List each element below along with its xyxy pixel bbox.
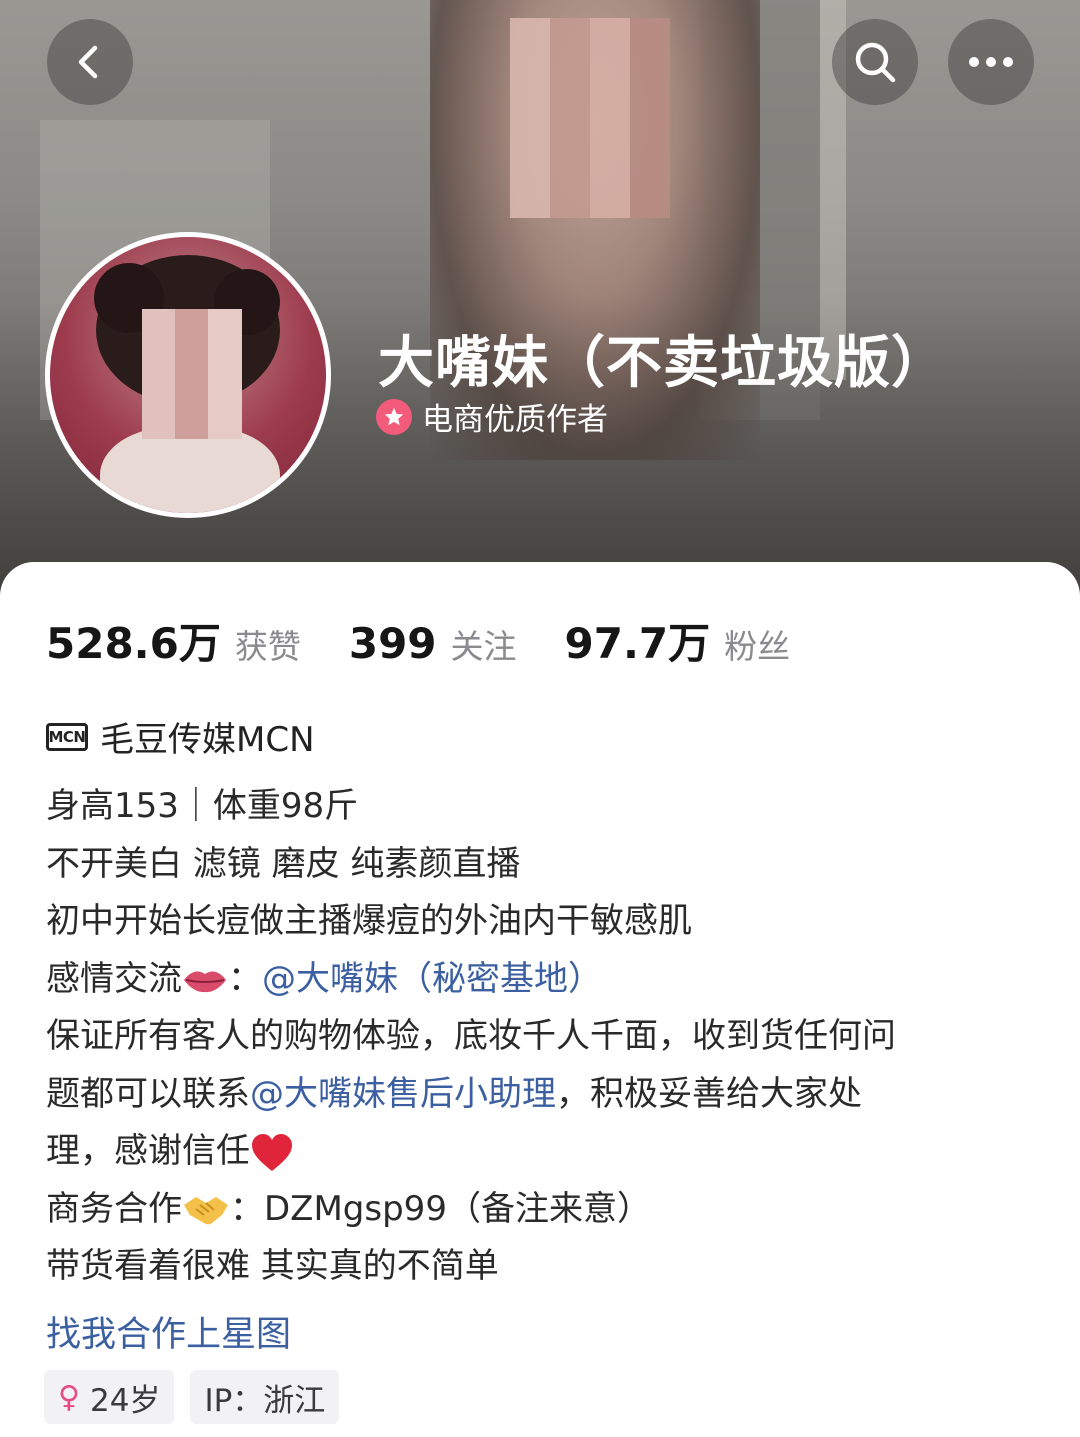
stats-row: 528.6万 获赞 399 关注 97.7万 粉丝 — [46, 610, 838, 671]
search-button[interactable] — [832, 19, 918, 105]
age-text: 24岁 — [89, 1382, 161, 1419]
profile-cover: 大嘴妹（不卖垃圾版） 电商优质作者 — [0, 0, 1080, 600]
avatar-image — [50, 237, 326, 513]
following-label[interactable]: 关注 — [451, 620, 517, 668]
bio-text: 理，感谢信任 — [46, 1131, 250, 1171]
secret-base-link[interactable]: @大嘴妹（秘密基地） — [262, 959, 602, 999]
bio-line: 感情交流 ：@大嘴妹（秘密基地） — [46, 951, 1046, 1009]
search-icon — [855, 42, 896, 83]
back-button[interactable] — [47, 19, 133, 105]
female-icon: ♀ — [58, 1379, 80, 1415]
bio-line: 不开美白 滤镜 磨皮 纯素颜直播 — [46, 843, 521, 884]
likes-count[interactable]: 528.6万 — [46, 610, 221, 671]
bio-text: 商务合作 — [46, 1188, 182, 1229]
bio-text: ，积极妥善给大家处 — [556, 1073, 862, 1114]
bio-line: 身高153｜体重98斤 — [46, 786, 359, 826]
creator-badge[interactable]: 电商优质作者 — [376, 394, 608, 439]
bio-text: 感情交流 — [46, 958, 182, 999]
chevron-left-icon — [78, 45, 98, 79]
followers-label[interactable]: 粉丝 — [724, 620, 790, 668]
more-button[interactable] — [948, 19, 1034, 105]
star-badge-icon — [376, 398, 412, 435]
more-icon — [969, 57, 1013, 67]
cover-photo-mosaic — [510, 18, 670, 218]
profile-bio: 身高153｜体重98斤 不开美白 滤镜 磨皮 纯素颜直播 初中开始长痘做主播爆痘… — [46, 778, 1046, 1296]
bio-text: ：DZMgsp99（备注来意） — [230, 1188, 651, 1229]
followers-count[interactable]: 97.7万 — [565, 610, 711, 671]
following-count[interactable]: 399 — [349, 619, 437, 668]
star-map-link[interactable]: 找我合作上星图 — [46, 1306, 291, 1357]
avatar[interactable] — [45, 232, 331, 518]
mcn-icon: MCN — [46, 722, 88, 751]
ip-tag: IP：浙江 — [190, 1370, 340, 1424]
after-sales-link[interactable]: @大嘴妹售后小助理 — [250, 1074, 556, 1114]
profile-card: 528.6万 获赞 399 关注 97.7万 粉丝 MCN 毛豆传媒MCN 身高… — [0, 562, 1080, 1437]
bio-line: 带货看着很难 其实真的不简单 — [46, 1246, 499, 1286]
ip-text: IP：浙江 — [204, 1382, 326, 1419]
bio-line: 理，感谢信任 — [46, 1123, 1046, 1181]
handshake-icon — [184, 1197, 228, 1225]
likes-label[interactable]: 获赞 — [235, 620, 301, 668]
profile-tags: ♀ 24岁 IP：浙江 — [44, 1370, 355, 1424]
bio-line: 初中开始长痘做主播爆痘的外油内干敏感肌 — [46, 901, 692, 941]
profile-nickname: 大嘴妹（不卖垃圾版） — [378, 331, 948, 396]
bio-line: 商务合作 ：DZMgsp99（备注来意） — [46, 1181, 1046, 1239]
bio-text: ： — [228, 958, 262, 999]
heart-icon — [252, 1133, 292, 1171]
mcn-name: 毛豆传媒MCN — [100, 720, 315, 760]
bio-line: 题都可以联系@大嘴妹售后小助理，积极妥善给大家处 — [46, 1066, 1046, 1124]
bio-line: 保证所有客人的购物体验，底妆千人千面，收到货任何问 — [46, 1016, 896, 1056]
badge-label: 电商优质作者 — [422, 402, 608, 438]
mcn-row[interactable]: MCN 毛豆传媒MCN — [46, 712, 315, 761]
age-tag: ♀ 24岁 — [44, 1370, 175, 1424]
lips-icon — [184, 971, 226, 993]
bio-text: 题都可以联系 — [46, 1073, 250, 1114]
